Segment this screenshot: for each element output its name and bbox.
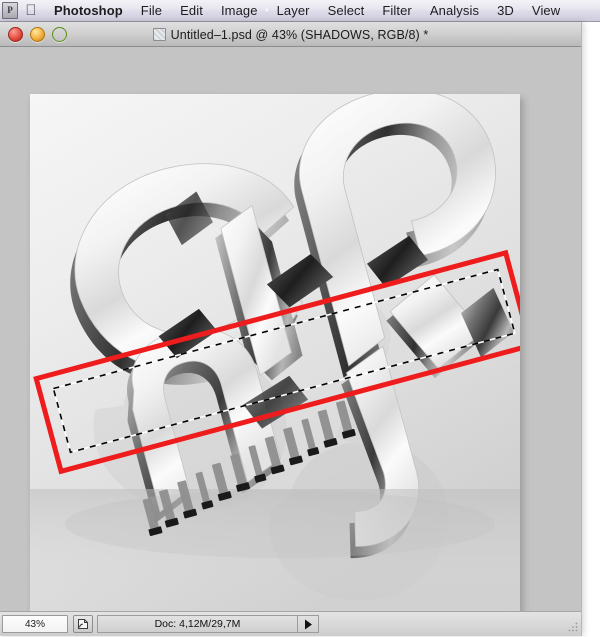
apple-logo-icon[interactable]:  (21, 2, 41, 20)
status-bar: 43% Doc: 4,12M/29,7M (0, 611, 581, 636)
artwork-3d-typography (30, 94, 520, 611)
window-title: Untitled–1.psd @ 43% (SHADOWS, RGB/8) * (170, 27, 429, 42)
document-thumbnail-icon (152, 28, 166, 41)
zoom-level-field[interactable]: 43% (2, 615, 68, 633)
menu-item-analysis[interactable]: Analysis (421, 1, 488, 21)
window-title-bar[interactable]: Untitled–1.psd @ 43% (SHADOWS, RGB/8) * (0, 22, 581, 47)
menu-item-image[interactable]: Image (212, 1, 267, 21)
document-info-label: Doc: 4,12M/29,7M (97, 615, 297, 633)
os-menu-bar: P  Photoshop File Edit Image Layer Sele… (0, 0, 600, 22)
window-title-group: Untitled–1.psd @ 43% (SHADOWS, RGB/8) * (0, 22, 581, 47)
status-bar-filler (319, 615, 581, 633)
triangle-right-icon (304, 619, 312, 629)
maximize-button[interactable] (52, 27, 67, 42)
menu-item-layer[interactable]: Layer (268, 1, 319, 21)
page-preview-icon[interactable] (73, 615, 93, 633)
app-badge-icon: P (2, 2, 18, 19)
menu-item-filter[interactable]: Filter (373, 1, 421, 21)
menu-item-edit[interactable]: Edit (171, 1, 212, 21)
artboard[interactable] (30, 94, 520, 611)
canvas-area[interactable] (0, 47, 581, 611)
menu-item-select[interactable]: Select (319, 1, 374, 21)
close-button[interactable] (8, 27, 23, 42)
menu-item-photoshop[interactable]: Photoshop (45, 1, 132, 21)
window-controls (8, 27, 67, 42)
minimize-button[interactable] (30, 27, 45, 42)
page-background (583, 22, 600, 637)
status-popup-arrow-button[interactable] (297, 615, 319, 633)
menu-item-view[interactable]: View (523, 1, 569, 21)
page-preview-glyph (78, 619, 88, 629)
document-window: Untitled–1.psd @ 43% (SHADOWS, RGB/8) * (0, 22, 582, 636)
resize-grip-icon[interactable] (566, 621, 579, 634)
menu-item-file[interactable]: File (132, 1, 171, 21)
menu-item-3d[interactable]: 3D (488, 1, 523, 21)
